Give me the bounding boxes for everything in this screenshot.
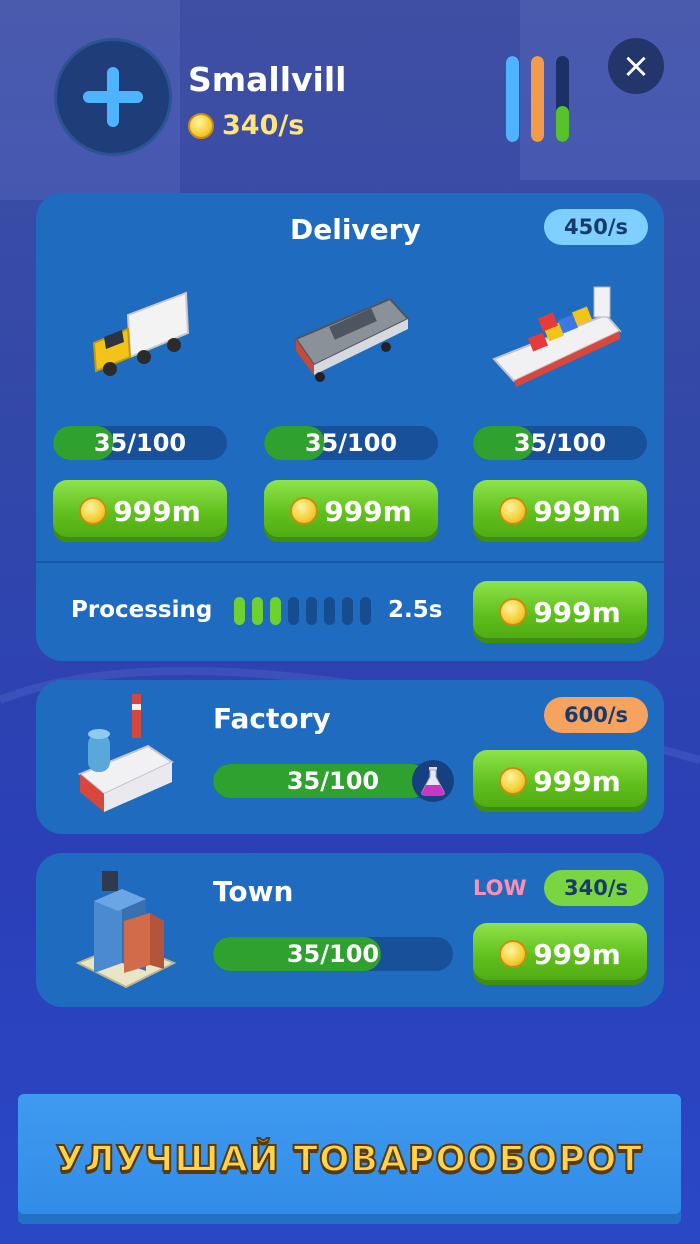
coin-icon: [499, 598, 528, 626]
factory-panel: Factory 600/s 35/100 999m: [36, 680, 664, 834]
town-icon: [76, 871, 176, 989]
delivery-rate-badge: 450/s: [544, 209, 649, 245]
town-rate-badge: 340/s: [544, 870, 649, 906]
flask-shape: [421, 767, 445, 796]
truck-icon: [92, 291, 190, 376]
truck-progress: 35/100: [53, 426, 227, 460]
town-status: LOW: [473, 876, 527, 900]
processing-segment: [342, 597, 353, 625]
close-button[interactable]: ×: [608, 38, 664, 94]
truck-price: 999m: [113, 494, 201, 528]
train-progress-text: 35/100: [304, 429, 398, 457]
meter-orange-fill: [531, 56, 544, 142]
train-progress: 35/100: [264, 426, 438, 460]
factory-price: 999m: [533, 764, 621, 798]
processing-price: 999m: [533, 595, 621, 629]
income-rate: 340/s: [188, 110, 304, 141]
coin-icon: [290, 497, 319, 525]
processing-label: Processing: [71, 597, 213, 623]
ship-price: 999m: [533, 494, 621, 528]
processing-segment: [288, 597, 299, 625]
train-buy-button[interactable]: 999m: [264, 480, 438, 542]
coin-icon: [499, 940, 528, 968]
processing-time: 2.5s: [388, 597, 443, 623]
coin-icon: [188, 112, 214, 139]
train-price: 999m: [324, 494, 412, 528]
city-name: Smallvill: [188, 60, 347, 99]
processing-segment: [270, 597, 281, 625]
town-title: Town: [213, 875, 294, 908]
processing-segment: [306, 597, 317, 625]
processing-segment: [324, 597, 335, 625]
ship-progress: 35/100: [473, 426, 647, 460]
upgrade-turnover-label: УЛУЧШАЙ ТОВАРООБОРОТ: [55, 1138, 644, 1181]
train-icon: [294, 297, 410, 382]
delivery-panel: Delivery 450/s 35/100 35/100 35/100 999m…: [36, 193, 664, 661]
income-value: 340/s: [222, 110, 305, 141]
add-avatar-button[interactable]: [54, 38, 172, 156]
truck-progress-text: 35/100: [93, 429, 187, 457]
town-buy-button[interactable]: 999m: [473, 923, 647, 985]
factory-buy-button[interactable]: 999m: [473, 750, 647, 812]
factory-title: Factory: [213, 702, 331, 735]
coin-icon: [499, 497, 528, 525]
meter-green-fill: [556, 105, 569, 142]
ship-buy-button[interactable]: 999m: [473, 480, 647, 542]
flask-icon: [412, 760, 454, 802]
town-progress: 35/100: [213, 937, 453, 971]
meter-blue-fill: [506, 56, 519, 142]
upgrade-turnover-button[interactable]: УЛУЧШАЙ ТОВАРООБОРОТ: [18, 1094, 681, 1224]
factory-rate-badge: 600/s: [544, 697, 649, 733]
factory-icon: [78, 694, 175, 812]
ship-progress-text: 35/100: [513, 429, 607, 457]
meter-green: [556, 56, 569, 142]
town-progress-text: 35/100: [286, 940, 380, 968]
close-icon: ×: [621, 46, 651, 86]
processing-segment: [252, 597, 263, 625]
plus-icon: [83, 67, 143, 127]
processing-buy-button[interactable]: 999m: [473, 581, 647, 643]
processing-segment: [360, 597, 371, 625]
resource-meters: [506, 56, 569, 142]
processing-segment: [234, 597, 245, 625]
meter-orange: [531, 56, 544, 142]
processing-segments: [234, 597, 371, 625]
coin-icon: [499, 767, 528, 795]
ship-icon: [492, 286, 622, 387]
truck-buy-button[interactable]: 999m: [53, 480, 227, 542]
town-panel: Town LOW 340/s 35/100 999m: [36, 853, 664, 1007]
panel-divider: [36, 561, 664, 563]
town-price: 999m: [533, 937, 621, 971]
meter-blue: [506, 56, 519, 142]
delivery-title: Delivery: [290, 213, 421, 246]
coin-icon: [79, 497, 108, 525]
